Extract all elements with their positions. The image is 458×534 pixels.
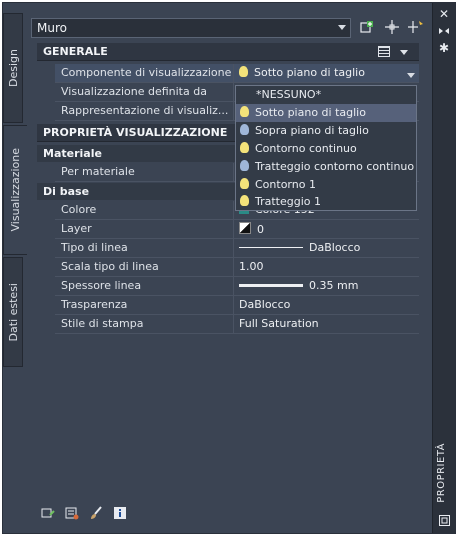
chevron-down-icon[interactable] — [407, 73, 415, 78]
divider — [233, 296, 234, 315]
properties-palette: Design Visualizzazione Dati estesi Muro … — [2, 2, 456, 534]
dropdown-item-label: *NESSUNO* — [256, 88, 322, 101]
divider — [233, 83, 234, 102]
row-componente-visualizzazione[interactable]: Componente di visualizzazione Sotto pian… — [55, 64, 419, 83]
dropdown-item-label: Contorno continuo — [255, 142, 357, 155]
row-scala-tipo-linea[interactable]: Scala tipo di linea 1.00 — [55, 258, 419, 277]
divider — [233, 239, 234, 258]
row-stile-stampa[interactable]: Stile di stampa Full Saturation — [55, 315, 419, 334]
close-icon[interactable]: ✕ — [437, 7, 451, 21]
row-label: Rappresentazione di visualiz... — [61, 104, 229, 117]
dropdown-item-label: Contorno 1 — [255, 178, 316, 191]
linetype-preview-icon — [239, 247, 303, 248]
divider — [233, 163, 234, 182]
subsection-materiale[interactable]: Materiale — [37, 145, 237, 162]
gear-icon[interactable]: ✱ — [437, 41, 451, 55]
tab-visualizzazione-label: Visualizzazione — [9, 148, 22, 232]
lightbulb-off-icon — [240, 124, 249, 135]
palette-menu-icon[interactable] — [437, 515, 451, 529]
divider — [233, 315, 234, 334]
info-icon[interactable] — [113, 506, 127, 520]
display-properties-icon[interactable] — [65, 506, 79, 520]
row-label: Tipo di linea — [61, 241, 128, 254]
row-spessore-linea[interactable]: Spessore linea 0.35 mm — [55, 277, 419, 296]
row-value[interactable]: DaBlocco — [239, 298, 290, 311]
subsection-di-base[interactable]: Di base — [37, 183, 237, 200]
section-proprieta-visualizzazione[interactable]: PROPRIETÀ VISUALIZZAZIONE CO — [37, 124, 237, 156]
tab-design[interactable]: Design — [3, 13, 23, 123]
quick-select-icon[interactable] — [408, 20, 424, 36]
divider — [233, 102, 234, 121]
chevron-down-icon — [338, 25, 346, 30]
dropdown-item[interactable]: Tratteggio contorno continuo — [236, 158, 416, 176]
tab-design-label: Design — [6, 49, 20, 87]
row-value-text: 0.35 mm — [309, 279, 359, 292]
row-value[interactable]: 0.35 mm — [239, 279, 358, 292]
row-label: Stile di stampa — [61, 317, 144, 330]
row-value-text: Sotto piano di taglio — [254, 66, 365, 79]
layer-color-icon — [239, 222, 251, 234]
dropdown-item-label: Sotto piano di taglio — [255, 106, 366, 119]
tab-dati-estesi-label: Dati estesi — [6, 282, 20, 342]
palette-title: PROPRIETÀ — [436, 443, 447, 503]
divider — [233, 201, 234, 220]
palette-title-bar[interactable]: ✕ ✱ PROPRIETÀ — [432, 3, 455, 533]
subsection-materiale-title: Materiale — [43, 147, 102, 160]
row-label: Spessore linea — [61, 279, 142, 292]
section-generale-title: GENERALE — [43, 45, 108, 58]
divider — [233, 64, 234, 83]
row-layer[interactable]: Layer 0 — [55, 220, 419, 239]
section-generale[interactable]: GENERALE — [37, 43, 419, 61]
tab-visualizzazione[interactable]: Visualizzazione — [3, 125, 27, 255]
tab-dati-estesi[interactable]: Dati estesi — [3, 257, 23, 367]
divider — [233, 220, 234, 239]
row-value-text: DaBlocco — [309, 241, 361, 254]
dropdown-item-label: Tratteggio 1 — [255, 195, 322, 208]
row-label: Colore — [61, 203, 97, 216]
row-value[interactable]: 0 — [239, 222, 264, 236]
row-tipo-linea[interactable]: Tipo di linea DaBlocco — [55, 239, 419, 258]
row-value[interactable]: DaBlocco — [239, 241, 360, 254]
add-selection-icon[interactable] — [359, 20, 375, 36]
lightbulb-icon — [240, 142, 249, 153]
row-value[interactable]: Full Saturation — [239, 317, 319, 330]
autohide-icon[interactable] — [437, 25, 451, 39]
section-options-icon[interactable] — [378, 46, 390, 57]
row-label: Componente di visualizzazione — [61, 66, 231, 79]
dropdown-item[interactable]: *NESSUNO* — [236, 86, 416, 104]
dropdown-item-label: Sopra piano di taglio — [255, 124, 369, 137]
row-label: Per materiale — [61, 165, 135, 178]
paintbrush-icon[interactable] — [89, 506, 103, 520]
row-label: Visualizzazione definita da — [61, 85, 207, 98]
subsection-di-base-title: Di base — [43, 185, 90, 198]
row-value[interactable]: 1.00 — [239, 260, 264, 273]
object-type-value: Muro — [37, 21, 67, 35]
row-label: Layer — [61, 222, 92, 235]
object-type-select[interactable]: Muro — [31, 18, 351, 38]
lightbulb-icon — [240, 195, 249, 206]
lineweight-preview-icon — [239, 284, 303, 287]
dropdown-item[interactable]: Contorno continuo — [236, 140, 416, 158]
dropdown-item[interactable]: Sotto piano di taglio — [236, 104, 416, 122]
lightbulb-icon — [240, 178, 249, 189]
select-objects-icon[interactable] — [384, 20, 400, 36]
lightbulb-off-icon — [240, 160, 249, 171]
edit-style-icon[interactable] — [41, 506, 55, 520]
row-value-text: 0 — [257, 223, 264, 236]
lightbulb-icon — [240, 106, 249, 117]
dropdown-item[interactable]: Tratteggio 1 — [236, 194, 416, 210]
chevron-down-icon[interactable] — [400, 50, 408, 55]
display-component-dropdown-list[interactable]: *NESSUNO* Sotto piano di taglio Sopra pi… — [235, 85, 417, 211]
dropdown-item[interactable]: Contorno 1 — [236, 176, 416, 194]
divider — [233, 258, 234, 277]
row-value[interactable]: Sotto piano di taglio — [239, 66, 365, 79]
dropdown-item-label: Tratteggio contorno continuo — [255, 160, 415, 173]
row-label: Trasparenza — [61, 298, 128, 311]
dropdown-item[interactable]: Sopra piano di taglio — [236, 122, 416, 140]
row-label: Scala tipo di linea — [61, 260, 159, 273]
row-trasparenza[interactable]: Trasparenza DaBlocco — [55, 296, 419, 315]
divider — [233, 277, 234, 296]
lightbulb-icon — [239, 66, 248, 77]
